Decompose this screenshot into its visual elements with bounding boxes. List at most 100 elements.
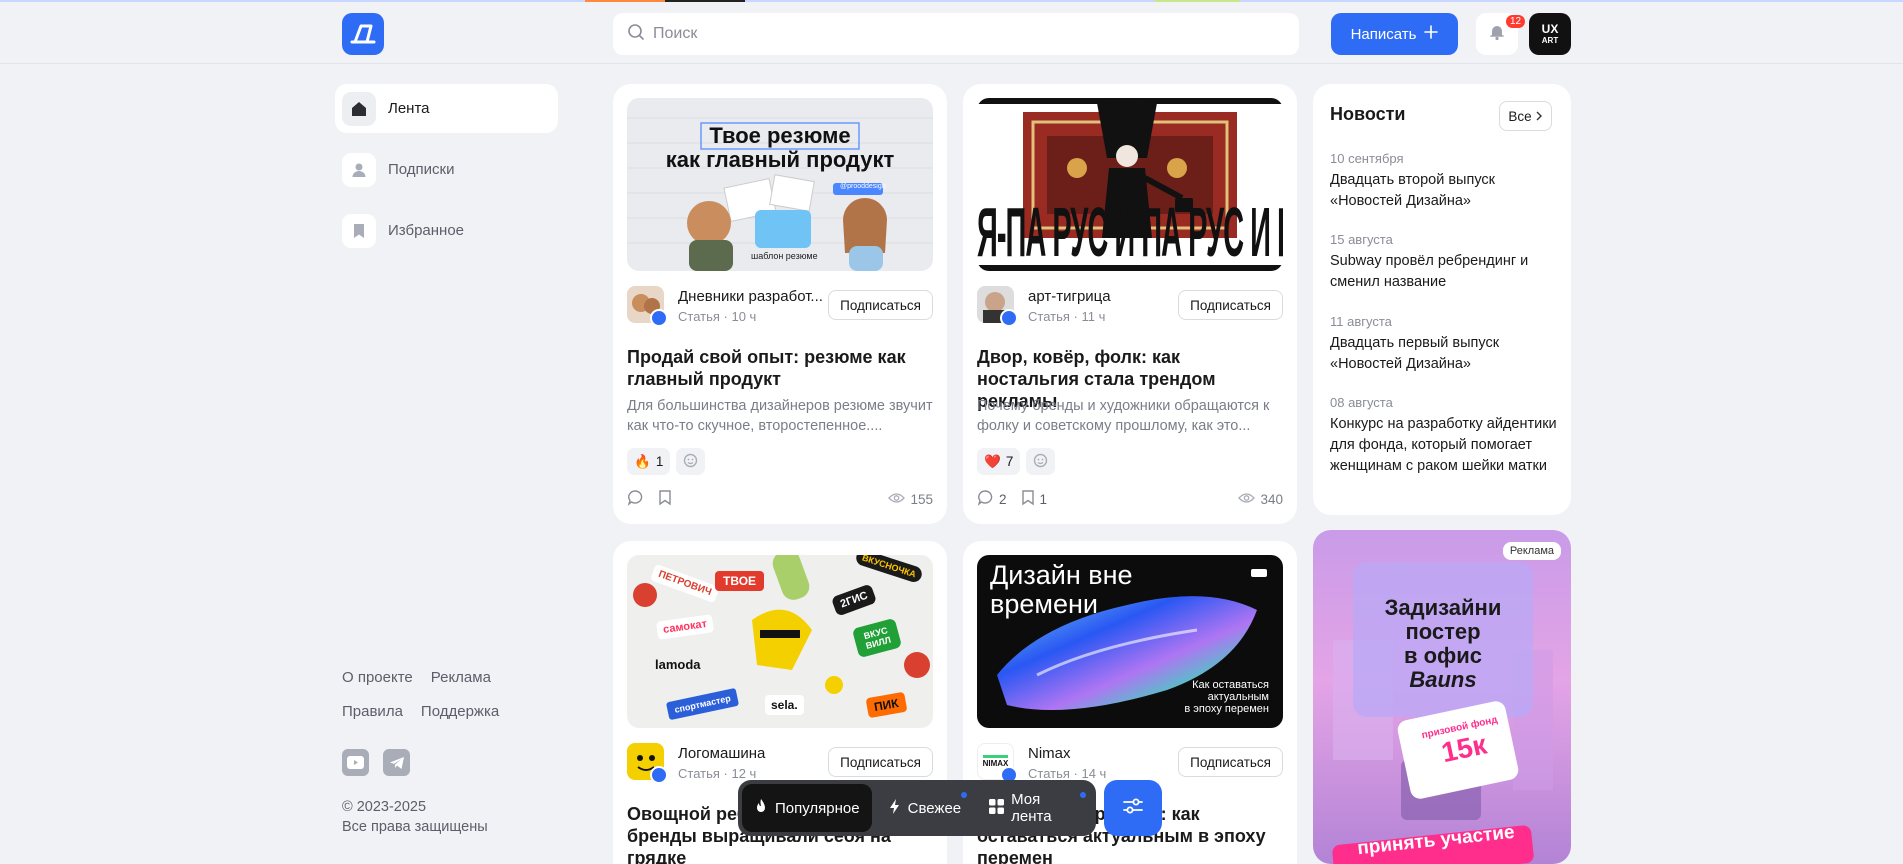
reaction-count: 7 — [1005, 454, 1014, 469]
ad-line4: Bauns — [1409, 667, 1477, 692]
subscribe-button[interactable]: Подписаться — [828, 747, 933, 777]
bookmark-button[interactable]: 1 — [1021, 489, 1047, 509]
article-card[interactable]: Твое резюме как главный продукт @proodde… — [613, 84, 947, 524]
tab-fresh[interactable]: Свежее — [876, 784, 974, 832]
eye-icon — [888, 492, 906, 507]
subscribe-button[interactable]: Подписаться — [828, 290, 933, 320]
tab-label: Моя лента — [1011, 791, 1052, 825]
article-actions: 2 1 340 — [977, 489, 1283, 509]
news-item[interactable]: 11 августа Двадцать первый выпуск «Новос… — [1330, 314, 1560, 375]
subscribe-button[interactable]: Подписаться — [1178, 290, 1283, 320]
add-reaction-icon — [1033, 453, 1048, 471]
article-actions: 155 — [627, 489, 933, 509]
news-text: Subway провёл ребрендинг и сменил назван… — [1330, 253, 1529, 290]
footer-links-row1: О проекте Реклама — [342, 669, 491, 686]
author-name[interactable]: Дневники разработ... — [678, 288, 828, 305]
reactions: ❤️ 7 — [977, 448, 1056, 475]
user-avatar[interactable]: UX ART — [1529, 13, 1571, 55]
article-card[interactable]: Я-ПА РУС И ПА РУС И ПА РУС И ПА РУС И-ПА… — [963, 84, 1297, 524]
bookmark-icon — [1021, 489, 1035, 509]
thumb-caption-line3: в эпоху перемен — [1184, 703, 1269, 715]
post-time: 10 ч — [731, 309, 757, 324]
news-widget: Новости Все 10 сентября Двадцать второй … — [1313, 84, 1571, 515]
write-button[interactable]: Написать — [1331, 13, 1458, 55]
news-item[interactable]: 10 сентября Двадцать второй выпуск «Ново… — [1330, 151, 1560, 212]
news-date: 10 сентября — [1330, 151, 1404, 166]
post-type: Статья — [1028, 766, 1070, 781]
notifications-badge: 12 — [1506, 15, 1526, 28]
footer-link-about[interactable]: О проекте — [342, 669, 413, 686]
reaction-count: 1 — [655, 454, 664, 469]
news-item[interactable]: 15 августа Subway провёл ребрендинг и см… — [1330, 232, 1560, 293]
article-thumbnail: Твое резюме как главный продукт @proodde… — [627, 98, 933, 271]
subscribe-button[interactable]: Подписаться — [1178, 747, 1283, 777]
grid-icon — [989, 798, 1005, 818]
footer-link-ads[interactable]: Реклама — [431, 669, 491, 686]
post-time: 11 ч — [1081, 309, 1106, 324]
post-meta: Статья · 11 ч — [1028, 309, 1106, 324]
news-title: Новости — [1330, 104, 1406, 124]
comments-button[interactable]: 2 — [977, 489, 1007, 509]
sticker-tvoe: ТВОЕ — [715, 571, 765, 591]
ad-line3: в офис — [1403, 643, 1483, 668]
author-row: арт-тигрица Статья · 11 ч Подписаться — [977, 286, 1283, 327]
thumb-tag: @prooddesign — [840, 183, 886, 190]
tab-my-feed[interactable]: Моя лента — [977, 784, 1092, 832]
post-time: 12 ч — [731, 766, 757, 781]
bookmark-button[interactable] — [658, 489, 672, 509]
copyright-line1: © 2023-2025 — [342, 799, 427, 815]
tab-label: Свежее — [907, 799, 962, 817]
filter-button[interactable] — [1104, 780, 1162, 836]
author-row: NIMAX Nimax Статья · 14 ч Подписаться — [977, 743, 1283, 784]
bell-icon — [1488, 23, 1506, 46]
comments-count: 2 — [999, 491, 1007, 507]
youtube-icon[interactable] — [342, 749, 369, 776]
thumb-line2: как главный продукт — [665, 147, 895, 172]
post-time: 14 ч — [1081, 766, 1107, 781]
heart-emoji-icon: ❤️ — [984, 453, 1001, 469]
reaction-heart[interactable]: ❤️ 7 — [977, 448, 1021, 475]
author-name[interactable]: арт-тигрица — [1028, 288, 1178, 305]
footer-links-row2: Правила Поддержка — [342, 703, 499, 720]
news-item[interactable]: 08 августа Конкурс на разработку айденти… — [1330, 395, 1560, 477]
news-all-label: Все — [1508, 108, 1532, 124]
add-reaction-button[interactable] — [1026, 448, 1056, 475]
bookmark-icon — [342, 213, 376, 248]
comments-button[interactable] — [627, 489, 644, 509]
write-button-label: Написать — [1350, 25, 1417, 43]
author-name[interactable]: Nimax — [1028, 745, 1178, 762]
sidebar-item-subscriptions[interactable]: Подписки — [335, 145, 558, 194]
copyright-line2: Все права защищены — [342, 819, 488, 835]
blog-logo-icon[interactable] — [342, 13, 384, 55]
plus-icon — [1424, 25, 1439, 43]
footer-link-rules[interactable]: Правила — [342, 703, 403, 720]
news-text: Конкурс на разработку айдентики для фонд… — [1330, 416, 1557, 474]
sidebar-item-feed[interactable]: Лента — [335, 84, 558, 133]
author-name[interactable]: Логомашина — [678, 745, 828, 762]
avatar-text-bottom: ART — [1541, 35, 1559, 45]
feed-switcher-bar: Популярное Свежее Моя лента — [738, 780, 1170, 836]
views-count: 155 — [888, 492, 933, 507]
tab-popular[interactable]: Популярное — [742, 784, 872, 832]
views-count: 340 — [1238, 492, 1283, 507]
sidebar-item-favorites[interactable]: Избранное — [335, 206, 558, 255]
article-thumbnail: Я-ПА РУС И ПА РУС И ПА РУС И ПА РУС И-ПА… — [977, 98, 1283, 271]
article-description: Почему бренды и художники обращаются к ф… — [977, 398, 1270, 434]
ad-banner[interactable]: Реклама Задизайни постер в офис Bauns пр… — [1313, 530, 1571, 864]
reaction-fire[interactable]: 🔥 1 — [627, 448, 671, 475]
telegram-icon[interactable] — [383, 749, 410, 776]
thumb-title: Дизайн вне времени — [990, 561, 1133, 619]
news-all-button[interactable]: Все — [1499, 101, 1552, 131]
ad-line2: постер — [1405, 619, 1481, 644]
sidebar-item-label: Избранное — [388, 222, 465, 239]
reactions: 🔥 1 — [627, 448, 706, 475]
news-text: Двадцать первый выпуск «Новостей Дизайна… — [1330, 335, 1500, 372]
news-date: 15 августа — [1330, 232, 1393, 247]
add-reaction-button[interactable] — [676, 448, 706, 475]
footer-link-support[interactable]: Поддержка — [421, 703, 499, 720]
new-indicator — [1080, 792, 1086, 798]
pen-icon — [650, 309, 668, 327]
post-type: Статья — [678, 309, 720, 324]
search-input[interactable] — [653, 25, 1253, 43]
article-title[interactable]: Продай свой опыт: резюме как главный про… — [627, 346, 933, 390]
